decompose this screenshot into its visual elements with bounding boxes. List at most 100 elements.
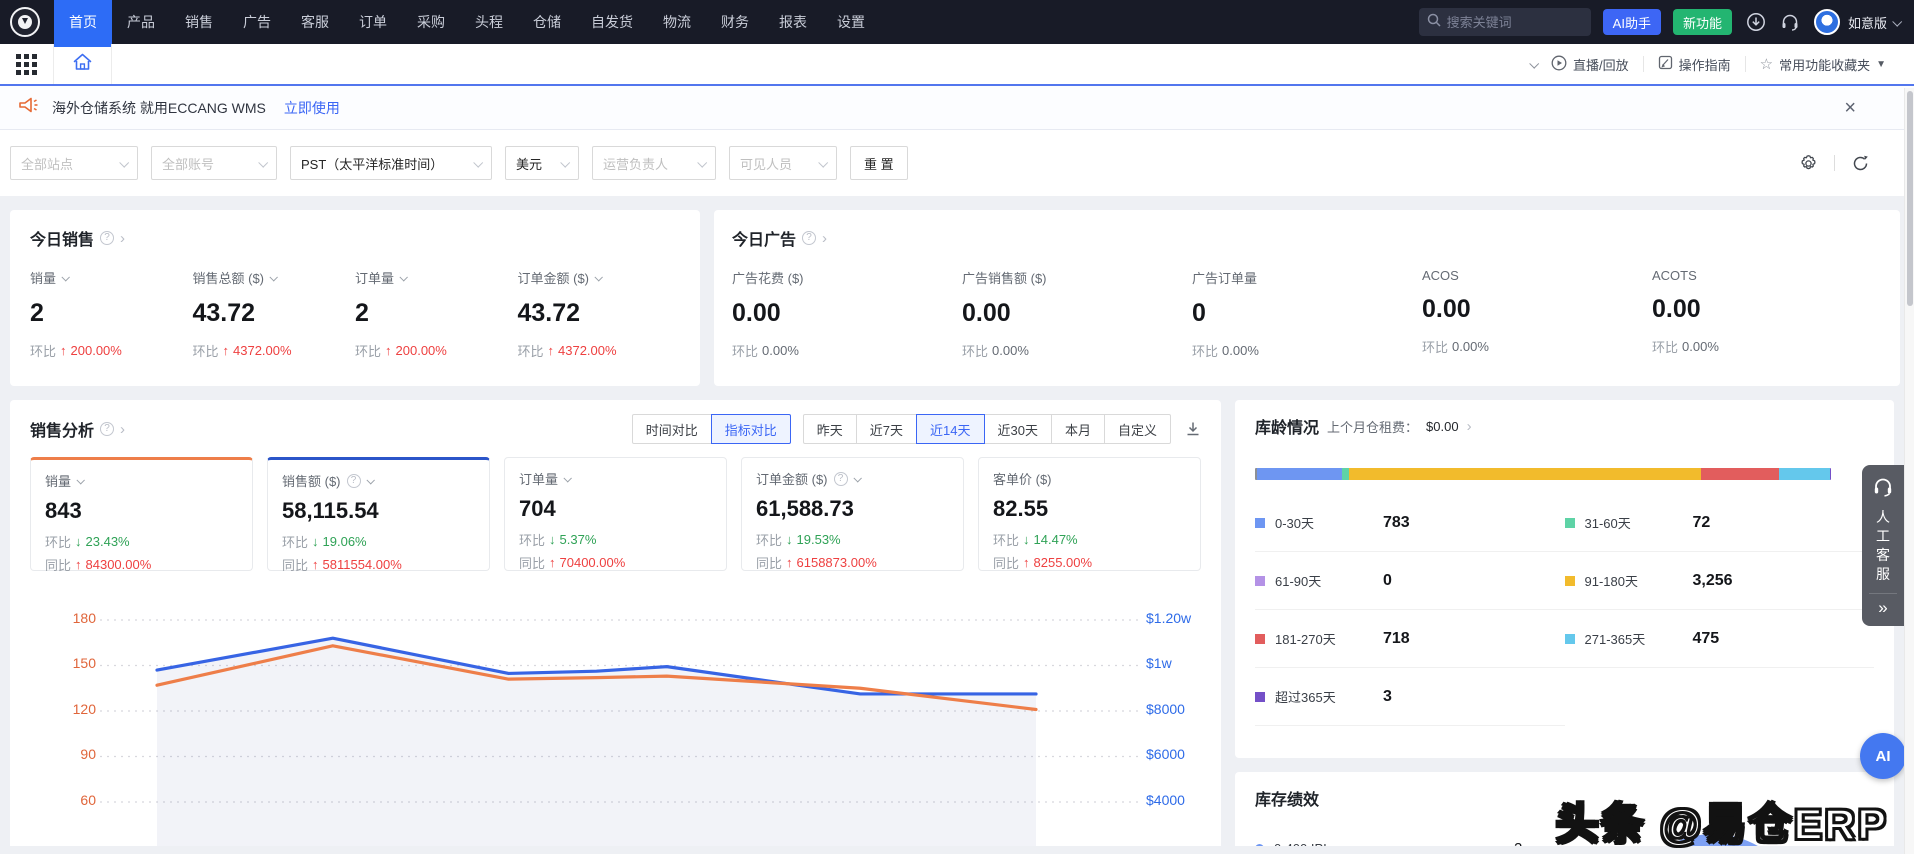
y-axis-tick-right: $6000 xyxy=(1146,746,1185,762)
main-menu: 首页 产品 销售 广告 客服 订单 采购 头程 仓储 自发货 物流 财务 报表 … xyxy=(54,0,880,44)
page-scrollbar[interactable] xyxy=(1904,88,1914,854)
y-axis-tick-left: 150 xyxy=(72,655,96,671)
legend-swatch xyxy=(1564,633,1575,644)
reset-button[interactable]: 重 置 xyxy=(850,146,908,180)
today-sales-title: 今日销售 xyxy=(30,232,95,249)
help-icon[interactable] xyxy=(100,422,115,436)
range-14d-button[interactable]: 近14天 xyxy=(916,414,985,444)
trend-chart[interactable]: 180 150 120 90 60 $1.20w $1w $8000 $6000… xyxy=(30,587,1201,846)
nav-item-purchase[interactable]: 采购 xyxy=(402,0,460,44)
agebar-seg-91-180d xyxy=(1349,468,1702,480)
nav-item-home[interactable]: 首页 xyxy=(54,0,112,44)
tab-home[interactable] xyxy=(54,44,112,84)
metric-compare-button[interactable]: 指标对比 xyxy=(710,414,791,444)
search-input[interactable] xyxy=(1446,14,1583,30)
age-legend-item: 超过365天 3 xyxy=(1255,668,1565,726)
analysis-card-order-qty[interactable]: 订单量 704 环比 ↓ 5.37% 同比 ↑ 70400.00% xyxy=(504,457,727,571)
nav-item-orders[interactable]: 订单 xyxy=(344,0,402,44)
chevron-right-icon[interactable]: › xyxy=(1467,418,1472,435)
operator-select[interactable]: 运营负责人 xyxy=(592,146,716,180)
app-grid-icon[interactable] xyxy=(0,44,54,84)
analysis-card-order-amount[interactable]: 订单金额 ($) 61,588.73 环比↓19.53% 同比↑6158873.… xyxy=(741,457,964,571)
legend-dot xyxy=(1255,844,1264,846)
metric-ad-spend: 广告花费 ($) 0.00 环比 0.00% xyxy=(732,271,804,359)
download-icon[interactable] xyxy=(1746,12,1766,32)
up-arrow-icon: ↑ xyxy=(547,343,555,358)
site-select[interactable]: 全部站点 xyxy=(10,146,138,180)
user-avatar[interactable] xyxy=(1813,9,1840,35)
favorites-menu[interactable]: ☆ 常用功能收藏夹 ▼ xyxy=(1746,55,1900,74)
agebar-seg-271-365d xyxy=(1778,468,1831,480)
range-7d-button[interactable]: 近7天 xyxy=(855,414,918,444)
scrollbar-thumb[interactable] xyxy=(1907,91,1913,306)
metric-ad-orders: 广告订单量 0 环比 0.00% xyxy=(1192,271,1259,359)
down-arrow-icon: ↓ xyxy=(786,532,793,547)
chevron-right-icon[interactable]: › xyxy=(822,230,827,247)
inventory-age-stacked-bar xyxy=(1255,468,1831,480)
up-arrow-icon: ↑ xyxy=(786,555,793,570)
time-compare-button[interactable]: 时间对比 xyxy=(631,414,712,444)
visible-people-select[interactable]: 可见人员 xyxy=(729,146,837,180)
chevron-down-icon xyxy=(269,272,278,282)
nav-item-logistics[interactable]: 物流 xyxy=(648,0,706,44)
help-icon xyxy=(833,471,848,486)
agebar-seg-0-30d xyxy=(1257,468,1342,480)
refresh-icon[interactable] xyxy=(1851,154,1870,173)
help-icon[interactable] xyxy=(802,231,817,245)
nav-item-settings[interactable]: 设置 xyxy=(822,0,880,44)
export-download-icon[interactable] xyxy=(1185,421,1201,437)
range-custom-button[interactable]: 自定义 xyxy=(1103,414,1171,444)
inventory-performance-panel: 库存绩效 0-400 IPI 2 xyxy=(1235,772,1894,846)
nav-item-warehouse[interactable]: 仓储 xyxy=(518,0,576,44)
timezone-select[interactable]: PST（太平洋标准时间） xyxy=(290,146,492,180)
down-arrow-icon: ↓ xyxy=(549,532,556,547)
analysis-card-avg-order-value[interactable]: 客单价 ($) 82.55 环比 ↓ 14.47% 同比 ↑ 8255.00% xyxy=(978,457,1201,571)
account-select[interactable]: 全部账号 xyxy=(151,146,277,180)
operation-guide-link[interactable]: 操作指南 xyxy=(1644,55,1745,74)
nav-item-reports[interactable]: 报表 xyxy=(764,0,822,44)
headset-icon[interactable] xyxy=(1780,12,1800,32)
help-icon[interactable] xyxy=(100,231,115,245)
banner-use-now-link[interactable]: 立即使用 xyxy=(284,98,340,118)
nav-item-firstmile[interactable]: 头程 xyxy=(460,0,518,44)
ai-fab-button[interactable]: AI xyxy=(1860,733,1906,779)
y-axis-tick-right: $4000 xyxy=(1146,792,1185,808)
nav-item-finance[interactable]: 财务 xyxy=(706,0,764,44)
today-ads-panel: 今日广告 › 广告花费 ($) 0.00 环比0.00% 广告销售额 ($) 0… xyxy=(714,210,1900,386)
currency-select[interactable]: 美元 xyxy=(505,146,579,180)
chevron-right-icon[interactable]: › xyxy=(120,230,125,247)
settings-gear-icon[interactable] xyxy=(1799,154,1818,173)
metric-order-amount: 订单金额 ($) 43.72 环比 ↑ 4372.00% xyxy=(517,271,617,359)
live-replay-link[interactable]: 直播/回放 xyxy=(1537,55,1643,74)
agebar-seg-181-270d xyxy=(1701,468,1779,480)
nav-item-selfship[interactable]: 自发货 xyxy=(576,0,648,44)
today-ads-title: 今日广告 xyxy=(732,232,797,249)
up-arrow-icon: ↑ xyxy=(1023,555,1030,570)
global-search[interactable] xyxy=(1418,8,1591,36)
analysis-card-sales-amount[interactable]: 销售额 ($) 58,115.54 环比↓19.06% 同比↑5811554.0… xyxy=(267,457,490,573)
nav-item-service[interactable]: 客服 xyxy=(286,0,344,44)
inventory-age-title: 库龄情况 xyxy=(1255,420,1320,437)
customer-service-float[interactable]: 人 工 客 服 » xyxy=(1862,465,1904,626)
range-month-button[interactable]: 本月 xyxy=(1050,414,1105,444)
range-yesterday-button[interactable]: 昨天 xyxy=(802,414,857,444)
chevron-down-icon xyxy=(399,272,408,282)
chevron-right-icon[interactable]: › xyxy=(120,421,125,438)
age-legend-item: 181-270天 718 xyxy=(1255,610,1565,668)
nav-item-ads[interactable]: 广告 xyxy=(228,0,286,44)
nav-item-sales[interactable]: 销售 xyxy=(170,0,228,44)
inventory-age-panel: 库龄情况 上个月仓租费： $0.00 › 0-30天 783 31-60天 72… xyxy=(1235,400,1894,758)
help-icon xyxy=(346,473,361,488)
edition-chevron-down-icon[interactable] xyxy=(1892,16,1903,27)
collapse-chevrons-icon[interactable]: » xyxy=(1862,598,1904,618)
nav-item-product[interactable]: 产品 xyxy=(112,0,170,44)
chevron-down-icon xyxy=(61,272,70,282)
home-icon xyxy=(72,52,93,77)
ai-assistant-button[interactable]: AI助手 xyxy=(1602,9,1661,35)
app-logo xyxy=(10,7,40,37)
banner-close-icon[interactable]: × xyxy=(1844,98,1856,118)
down-arrow-icon: ↓ xyxy=(1023,532,1030,547)
new-feature-button[interactable]: 新功能 xyxy=(1672,9,1732,35)
range-30d-button[interactable]: 近30天 xyxy=(983,414,1052,444)
analysis-card-sales-qty[interactable]: 销量 843 环比 ↓ 23.43% 同比 ↑ 84300.00% xyxy=(30,457,253,573)
